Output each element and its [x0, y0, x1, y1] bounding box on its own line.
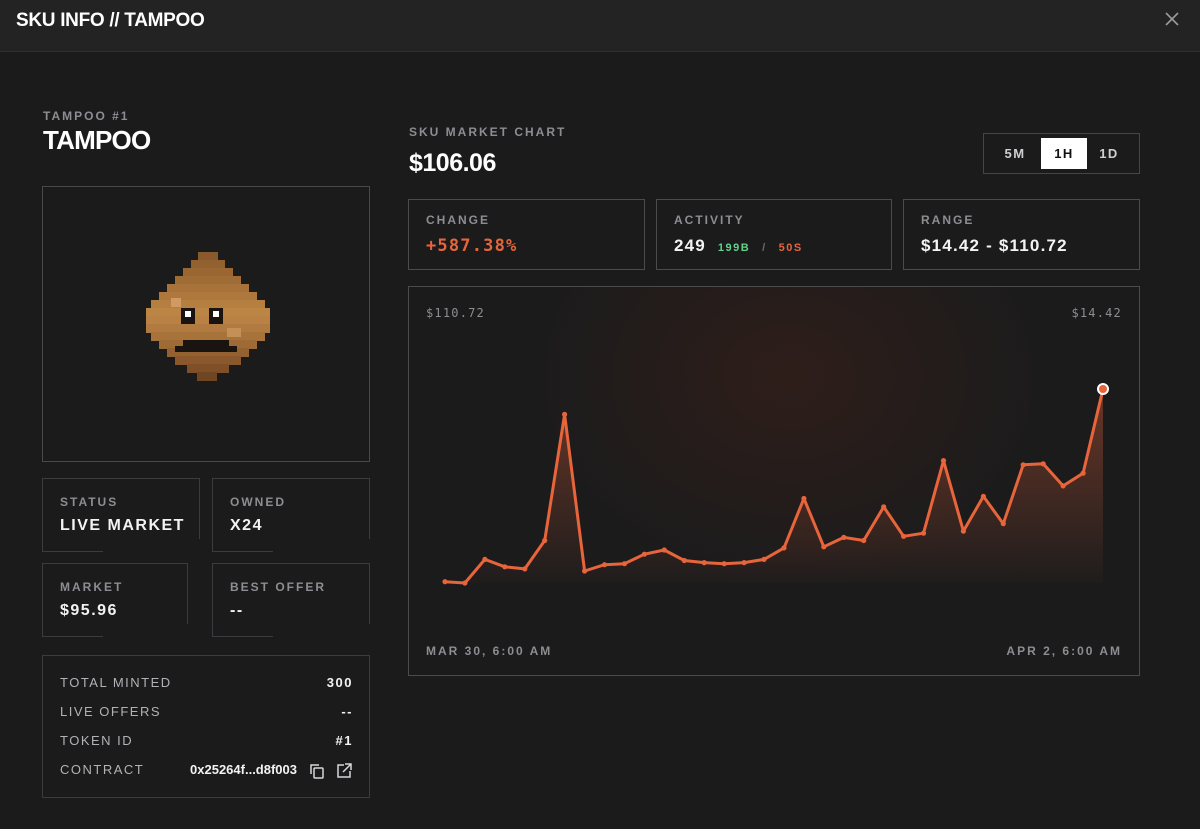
range-value: $14.42 - $110.72	[921, 236, 1068, 255]
live-offers-row: LIVE OFFERS --	[60, 704, 353, 724]
total-minted-label: TOTAL MINTED	[60, 675, 172, 690]
chart-point[interactable]	[522, 566, 528, 572]
chart-point[interactable]	[741, 560, 747, 566]
chart-point[interactable]	[1040, 461, 1046, 467]
chart-point[interactable]	[1060, 483, 1066, 489]
tampoo-pixel-art	[146, 252, 270, 381]
chart-point[interactable]	[960, 528, 967, 534]
chart-point[interactable]	[582, 568, 588, 574]
price-chart[interactable]: $110.72 $14.42 MAR 30, 6:00 AM APR 2, 6:…	[408, 286, 1140, 676]
chart-point[interactable]	[881, 504, 887, 510]
chart-point[interactable]	[940, 458, 947, 464]
token-id-value: #1	[335, 733, 353, 748]
owned-value: X24	[230, 517, 263, 534]
chart-point[interactable]	[701, 560, 707, 566]
best-offer-label: BEST OFFER	[230, 580, 327, 594]
status-label: STATUS	[60, 495, 119, 509]
chart-current-point[interactable]	[1097, 383, 1109, 395]
chart-point[interactable]	[761, 556, 767, 562]
owned-stat: OWNED X24	[212, 478, 370, 552]
chart-point[interactable]	[542, 537, 548, 544]
chart-point[interactable]	[920, 530, 927, 536]
chart-point[interactable]	[1080, 470, 1086, 476]
token-id-label: TOKEN ID	[60, 733, 134, 748]
timeframe-selector: 5M 1H 1D	[983, 133, 1140, 174]
chart-header-label: SKU MARKET CHART	[409, 125, 567, 139]
contract-address[interactable]: 0x25264f...d8f003	[190, 762, 297, 777]
item-subtitle: TAMPOO #1	[43, 109, 130, 123]
close-icon[interactable]	[1164, 11, 1180, 27]
chart-point[interactable]	[1020, 462, 1026, 468]
chart-point[interactable]	[661, 547, 667, 553]
window-title: SKU INFO // TAMPOO	[16, 10, 205, 31]
chart-point[interactable]	[621, 561, 628, 567]
contract-row: CONTRACT 0x25264f...d8f003	[60, 762, 353, 782]
item-name: TAMPOO	[43, 125, 151, 155]
chart-point[interactable]	[601, 562, 608, 568]
market-value: $95.96	[60, 602, 118, 619]
live-offers-value: --	[341, 704, 353, 719]
contract-label: CONTRACT	[60, 762, 145, 777]
activity-separator: /	[762, 242, 767, 254]
current-price: $106.06	[409, 149, 496, 177]
chart-point[interactable]	[801, 495, 807, 502]
chart-point[interactable]	[462, 580, 468, 586]
live-offers-label: LIVE OFFERS	[60, 704, 162, 719]
chart-top-right-label: $14.42	[1071, 306, 1122, 320]
activity-total: 249	[674, 236, 706, 255]
chart-point[interactable]	[901, 533, 907, 539]
timeframe-1d-button[interactable]: 1D	[1086, 138, 1132, 169]
timeframe-5m-button[interactable]: 5M	[992, 138, 1038, 169]
best-offer-stat: BEST OFFER --	[212, 563, 370, 637]
external-link-icon[interactable]	[335, 762, 353, 780]
chart-point[interactable]	[861, 537, 867, 544]
owned-label: OWNED	[230, 495, 286, 509]
chart-point[interactable]	[781, 545, 787, 551]
chart-point[interactable]	[442, 579, 448, 585]
range-label: RANGE	[921, 213, 975, 227]
chart-point[interactable]	[641, 551, 647, 557]
activity-label: ACTIVITY	[674, 213, 745, 227]
change-value: +587.38%	[426, 236, 518, 256]
activity-sells: 50S	[778, 242, 803, 254]
status-stat: STATUS LIVE MARKET	[42, 478, 200, 552]
chart-point[interactable]	[562, 411, 568, 417]
price-chart-svg	[442, 383, 1109, 586]
chart-point[interactable]	[821, 544, 827, 550]
activity-buys: 199B	[717, 242, 751, 254]
total-minted-value: 300	[326, 675, 353, 690]
market-label: MARKET	[60, 580, 124, 594]
best-offer-value: --	[230, 602, 244, 619]
token-id-row: TOKEN ID #1	[60, 733, 353, 753]
timeframe-1h-button[interactable]: 1H	[1041, 138, 1087, 169]
chart-top-left-label: $110.72	[426, 306, 485, 320]
item-artwork	[42, 186, 370, 462]
chart-point[interactable]	[980, 493, 987, 499]
details-panel: TOTAL MINTED 300 LIVE OFFERS -- TOKEN ID…	[42, 655, 370, 798]
total-minted-row: TOTAL MINTED 300	[60, 675, 353, 695]
market-stat: MARKET $95.96	[42, 563, 188, 637]
change-metric: CHANGE +587.38%	[408, 199, 645, 270]
title-bar: SKU INFO // TAMPOO	[0, 0, 1200, 52]
activity-value-row: 249 199B / 50S	[674, 236, 803, 256]
range-metric: RANGE $14.42 - $110.72	[903, 199, 1140, 270]
chart-x-end-label: APR 2, 6:00 AM	[1006, 644, 1122, 658]
chart-point[interactable]	[681, 557, 687, 564]
copy-icon[interactable]	[308, 762, 326, 780]
change-label: CHANGE	[426, 213, 491, 227]
chart-point[interactable]	[502, 564, 508, 570]
chart-point[interactable]	[1000, 521, 1006, 527]
chart-point[interactable]	[482, 556, 488, 562]
chart-point[interactable]	[721, 561, 727, 567]
status-value: LIVE MARKET	[60, 517, 185, 534]
chart-x-start-label: MAR 30, 6:00 AM	[426, 644, 553, 658]
activity-metric: ACTIVITY 249 199B / 50S	[656, 199, 892, 270]
chart-point[interactable]	[841, 534, 847, 540]
